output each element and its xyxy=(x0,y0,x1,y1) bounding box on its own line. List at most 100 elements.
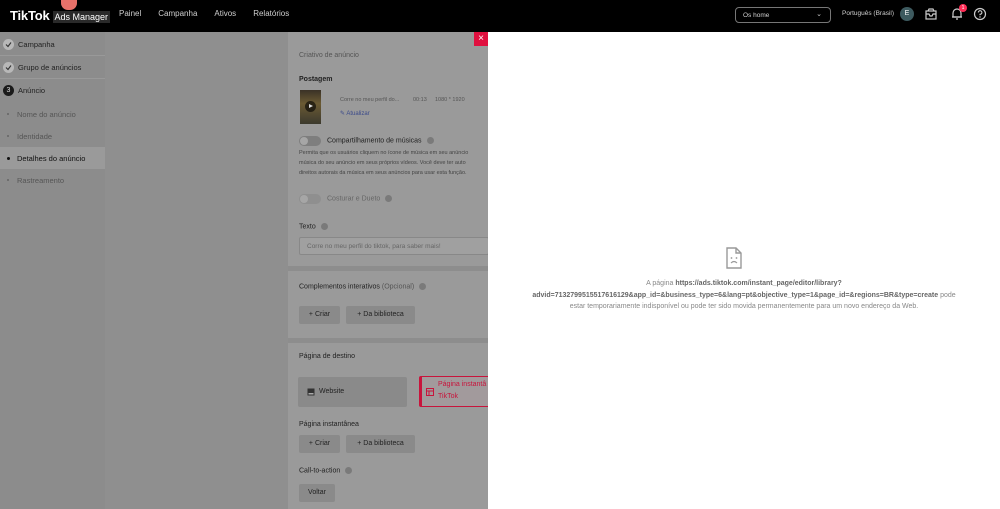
tiktok-ads-manager-logo[interactable]: TikTok Ads Manager xyxy=(10,8,111,23)
sidebar-subitem-label: Rastreamento xyxy=(17,175,65,185)
description-line: direitos autorais da música em seus anún… xyxy=(299,170,467,176)
ad-details-form: Criativo de anúncio Postagem Corre no me… xyxy=(288,32,488,509)
interactive-addons-label-text: Complementos interativos xyxy=(299,283,380,291)
sidebar-item-anuncio[interactable]: 3 Anúncio xyxy=(0,79,105,101)
addon-from-library-button[interactable]: + Da biblioteca xyxy=(346,306,415,324)
destination-option-sublabel: TikTok xyxy=(438,393,458,400)
nav-item-painel[interactable]: Painel xyxy=(119,9,141,18)
interactive-addons-label: Complementos interativos (Opcional) xyxy=(299,283,427,291)
info-icon[interactable] xyxy=(345,467,353,474)
destination-option-label: Página instantâ xyxy=(438,381,487,388)
sidebar-item-grupo-de-anuncios[interactable]: Grupo de anúncios xyxy=(0,56,105,78)
info-icon[interactable] xyxy=(320,223,328,230)
cta-label: Call-to-action xyxy=(299,467,353,475)
error-url-continued: advid=7132799515517616129&app_id=&busine… xyxy=(532,291,939,299)
music-sharing-label: Compartilhamento de músicas xyxy=(327,137,434,144)
account-select-value: Os home xyxy=(743,12,770,19)
logo-subtext: Ads Manager xyxy=(52,11,111,23)
bullet-icon xyxy=(7,179,9,181)
chevron-down-icon: ⌄ xyxy=(816,11,822,18)
stitch-duet-label: Costurar e Dueto xyxy=(327,195,393,203)
step-number: 3 xyxy=(3,84,14,96)
section-divider xyxy=(288,266,488,271)
sidebar-item-campanha[interactable]: Campanha xyxy=(0,33,105,55)
close-icon[interactable]: × xyxy=(474,32,488,46)
page-unavailable-message: A página https://ads.tiktok.com/instant_… xyxy=(488,278,1000,313)
check-icon xyxy=(3,61,14,73)
bullet-icon xyxy=(7,135,9,137)
website-icon xyxy=(307,388,315,396)
destination-page-label: Página de destino xyxy=(299,353,356,360)
error-line: advid=7132799515517616129&app_id=&busine… xyxy=(488,290,1000,302)
create-addon-button[interactable]: + Criar xyxy=(299,306,340,324)
help-icon[interactable] xyxy=(973,7,987,21)
error-suffix: pode xyxy=(940,291,956,299)
nav-item-ativos[interactable]: Ativos xyxy=(214,9,236,18)
broken-page-icon xyxy=(726,247,742,269)
instant-page-icon xyxy=(426,388,434,396)
sidebar-subitem-identidade[interactable]: Identidade xyxy=(0,125,105,147)
sidebar-subitem-detalhes-do-anuncio[interactable]: Detalhes do anúncio xyxy=(0,147,105,169)
update-post-link[interactable]: ✎ Atualizar xyxy=(340,110,370,117)
post-resolution: 1080 * 1920 xyxy=(435,97,465,103)
campaign-steps-sidebar: Campanha Grupo de anúncios 3 Anúncio Nom… xyxy=(0,32,105,509)
section-divider xyxy=(288,338,488,343)
logo-text: TikTok xyxy=(10,8,50,23)
description-line: música do seu anúncio em seus próprios v… xyxy=(299,160,466,166)
sidebar-subitem-nome-do-anuncio[interactable]: Nome do anúncio xyxy=(0,103,105,125)
destination-option-label: Website xyxy=(319,388,345,395)
optional-tag: (Opcional) xyxy=(381,283,415,291)
stitch-duet-label-text: Costurar e Dueto xyxy=(327,195,381,203)
music-sharing-label-text: Compartilhamento de músicas xyxy=(327,137,422,145)
cta-select[interactable]: Voltar xyxy=(299,484,335,502)
check-icon xyxy=(3,38,14,50)
sidebar-subitem-label: Nome do anúncio xyxy=(17,109,76,119)
sidebar-subitem-label: Detalhes do anúncio xyxy=(17,153,86,163)
nav-item-campanha[interactable]: Campanha xyxy=(158,9,197,18)
error-line: estar temporariamente indisponível ou po… xyxy=(569,303,919,310)
destination-option-instant-page[interactable]: Página instantâ TikTok xyxy=(419,376,488,407)
post-label: Postagem xyxy=(299,76,333,83)
nav-item-relatorios[interactable]: Relatórios xyxy=(253,9,289,18)
avatar[interactable]: E xyxy=(900,7,914,21)
inbox-icon[interactable] xyxy=(924,7,938,21)
sidebar-subitem-rastreamento[interactable]: Rastreamento xyxy=(0,169,105,191)
cta-label-text: Call-to-action xyxy=(299,467,341,475)
description-line: Permita que os usuários cliquem no ícone… xyxy=(299,150,469,156)
bullet-icon xyxy=(7,113,9,115)
button-label: Criar xyxy=(314,311,331,318)
instant-page-editor-overlay: A página https://ads.tiktok.com/instant_… xyxy=(488,32,1000,509)
post-duration: 00:13 xyxy=(413,97,427,103)
error-line: A página https://ads.tiktok.com/instant_… xyxy=(488,278,1000,290)
sidebar-item-label: Anúncio xyxy=(18,85,46,95)
info-icon[interactable] xyxy=(385,195,393,202)
stitch-duet-toggle[interactable] xyxy=(299,194,321,204)
plus-icon: + xyxy=(308,311,313,318)
play-icon xyxy=(305,101,316,112)
sidebar-subitem-label: Identidade xyxy=(17,131,53,141)
error-prefix: A página xyxy=(646,280,674,287)
button-label: Criar xyxy=(314,440,331,447)
top-navigation-bar: TikTok Ads Manager Painel Campanha Ativo… xyxy=(0,0,1000,32)
music-sharing-description: Permita que os usuários cliquem no ícone… xyxy=(299,148,488,178)
account-select[interactable]: Os home ⌄ xyxy=(735,7,831,23)
button-label: Da biblioteca xyxy=(363,440,404,447)
language-selector[interactable]: Português (Brasil) xyxy=(842,10,894,17)
create-instant-page-button[interactable]: + Criar xyxy=(299,435,340,453)
main-nav: Painel Campanha Ativos Relatórios xyxy=(119,9,306,18)
text-label: Texto xyxy=(299,223,328,230)
post-caption: Corre no meu perfil do... xyxy=(340,97,400,103)
sidebar-item-label: Campanha xyxy=(18,39,55,49)
video-thumbnail[interactable] xyxy=(300,90,321,124)
ad-text-input[interactable]: Corre no meu perfil do tiktok, para sabe… xyxy=(299,237,488,255)
plus-icon: + xyxy=(357,440,362,447)
bullet-icon xyxy=(7,157,10,160)
text-label-text: Texto xyxy=(299,223,316,231)
info-icon[interactable] xyxy=(419,283,427,290)
instant-page-from-library-button[interactable]: + Da biblioteca xyxy=(346,435,415,453)
section-heading-creative: Criativo de anúncio xyxy=(299,52,359,59)
plus-icon: + xyxy=(357,311,362,318)
music-sharing-toggle[interactable] xyxy=(299,136,321,146)
destination-option-website[interactable]: Website xyxy=(298,377,407,407)
info-icon[interactable] xyxy=(426,137,434,144)
